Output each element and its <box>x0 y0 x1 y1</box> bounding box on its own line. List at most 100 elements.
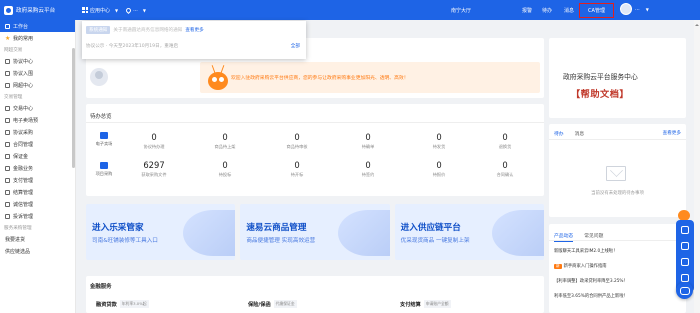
todo-cell[interactable]: 0 商品待上架 <box>195 132 255 150</box>
todo-cell[interactable]: 0 待开标 <box>267 160 327 178</box>
ca-management-button[interactable]: CA管理 <box>579 3 614 18</box>
todo-cell[interactable]: 0 待发货 <box>409 132 469 150</box>
logo-icon <box>4 5 13 15</box>
todo-label: 待开标 <box>290 172 304 177</box>
todo-label: 待发货 <box>432 144 446 149</box>
sidebar-item[interactable]: 我要进货 <box>0 233 75 245</box>
todo-cell[interactable]: 0 待确单 <box>338 132 398 150</box>
todo-cell[interactable]: 0 待报价 <box>409 160 469 178</box>
notice-dropdown: 系统通知 关于南通圆达商务信息网络的通知 查看更多 协议公示 · 今天至2023… <box>82 21 306 59</box>
gear-icon <box>5 105 10 111</box>
sidebar-item[interactable]: 合同管理 <box>0 138 75 150</box>
chat-bubble-button[interactable] <box>676 282 693 299</box>
news-item[interactable]: 新新手商家入门操作指南 <box>554 263 607 269</box>
sidebar-item[interactable]: 交易中心 <box>0 102 75 114</box>
nav-alarm[interactable]: 报警 <box>522 7 532 14</box>
sidebar-item[interactable]: 供应链选品 <box>0 245 75 257</box>
finance-item[interactable]: 融资贷款 年利率3.0%起 <box>96 300 149 308</box>
nav-todo[interactable]: 待办 <box>542 7 552 14</box>
badge-icon <box>5 201 10 207</box>
shield-icon <box>5 153 10 159</box>
todo-messages-panel: 待办 消息 查看更多 当前没有未处理的待办事项 <box>549 124 686 217</box>
sidebar-item[interactable]: 电子卖场预 <box>0 114 75 126</box>
todo-cell[interactable]: 0 协议待办理 <box>124 132 184 150</box>
app-center-menu[interactable]: 应用中心 ▼ <box>82 7 118 14</box>
sidebar-item[interactable]: 支付管理 <box>0 174 75 186</box>
todo-cell[interactable]: 0 商品待审核 <box>267 132 327 150</box>
todo-cell[interactable]: 0 待投标 <box>195 160 255 178</box>
todo-value: 0 <box>502 132 508 142</box>
coin-icon <box>5 165 10 171</box>
phone-icon[interactable] <box>681 242 689 250</box>
sidebar-item-label: 网超中心 <box>13 82 34 89</box>
finance-tag: 申请账户全额 <box>423 300 451 308</box>
app-title: 政府采购云平台 <box>16 8 56 14</box>
todo-value: 0 <box>502 160 508 170</box>
section-title: 待办总览 <box>90 114 112 120</box>
page-scrollbar[interactable] <box>694 20 700 313</box>
notice-all-link[interactable]: 全部 <box>291 43 300 49</box>
notice-link[interactable]: 查看更多 <box>185 27 203 33</box>
logo[interactable]: 政府采购云平台 <box>0 5 76 15</box>
sidebar-item[interactable]: 金融业务 <box>0 162 75 174</box>
help-center-banner[interactable]: 政府采购云平台服务中心 【帮助文档】 <box>549 38 686 118</box>
sidebar-item[interactable]: 保证金 <box>0 150 75 162</box>
sidebar-item[interactable]: 网超中心 <box>0 79 75 91</box>
view-more-link[interactable]: 查看更多 <box>663 130 681 136</box>
todo-label: 商品待上架 <box>214 144 236 149</box>
empty-message: 当前没有未处理的待办事项 <box>591 191 644 196</box>
sidebar-section-title: 网超交易 <box>4 47 23 53</box>
banner-lecai[interactable]: 进入乐采管家 司南&旺铺装修等工具入口 <box>86 204 236 260</box>
headset-icon[interactable] <box>681 226 689 234</box>
banner-title: 速易云商品管理 <box>246 223 307 233</box>
sidebar-scrollbar[interactable] <box>72 48 75 168</box>
location-pin-icon <box>125 6 133 14</box>
todo-label: 商品待审核 <box>286 144 308 149</box>
sidebar-item[interactable]: 投诉管理 <box>0 210 75 222</box>
project-icon <box>100 162 108 169</box>
news-item[interactable]: 利率低至3.65%的合同供产品上新啦！ <box>554 293 628 299</box>
ledger-icon <box>5 189 10 195</box>
avatar[interactable] <box>90 68 108 86</box>
sidebar-item-label: 结算管理 <box>13 189 34 196</box>
nav-hall[interactable]: 南宁大厅 <box>451 7 471 14</box>
banner-subtitle: 商品便捷管理 实现高效运营 <box>246 238 316 244</box>
todo-cell[interactable]: 6297 获取采购文件 <box>124 160 184 178</box>
todo-cell[interactable]: 0 退换货 <box>475 132 535 150</box>
finance-item[interactable]: 支付结算 申请账户全额 <box>400 300 451 308</box>
back-to-top-icon[interactable] <box>681 274 689 282</box>
todo-cell[interactable]: 0 待签约 <box>338 160 398 178</box>
notice-badge: 系统通知 <box>86 26 111 34</box>
user-menu[interactable]: ... ▼ <box>620 3 649 15</box>
new-badge: 新 <box>554 263 562 269</box>
help-title: 政府采购云平台服务中心 <box>563 73 638 81</box>
banner-subtitle: 司南&旺铺装修等工具入口 <box>92 238 158 244</box>
sidebar-item[interactable]: 诚信管理 <box>0 198 75 210</box>
sidebar-item[interactable]: 协议入围 <box>0 67 75 79</box>
news-text: 新手商家入门操作指南 <box>563 264 607 269</box>
notice-text: 关于南通圆达商务信息网络的通知 <box>113 28 183 33</box>
todo-cell[interactable]: 0 合同确认 <box>475 160 535 178</box>
news-item[interactable]: 新版聊天工具采云IM2.0上线啦！ <box>554 248 617 254</box>
sidebar-item-label: 工作台 <box>13 23 29 30</box>
help-subtitle: 【帮助文档】 <box>571 89 630 100</box>
banner-goods[interactable]: 速易云商品管理商品便捷管理 实现高效运营 <box>240 204 390 260</box>
sidebar-item[interactable]: 结算管理 <box>0 186 75 198</box>
location-selector[interactable]: ... ▼ <box>125 6 146 14</box>
sidebar-item[interactable]: 协议采购 <box>0 126 75 138</box>
row-label-project: 项目采购 <box>92 162 116 177</box>
welcome-banner: 欢迎入驻政府采购云平台供应商，您的参与让政府采购事业更加阳光、透明、高效！ <box>200 62 540 93</box>
sidebar-section-title: 服务采购管理 <box>4 225 32 231</box>
finance-tag: 代缴保证金 <box>273 300 297 308</box>
banner-supply[interactable]: 进入供应链平台 优采现货商品 一键复制上架 <box>394 204 544 260</box>
qrcode-icon[interactable] <box>681 258 689 266</box>
row-label-text: 电子卖场 <box>95 141 113 146</box>
mascot-icon <box>200 63 230 93</box>
sidebar-item-workbench[interactable]: 工作台 <box>0 20 75 32</box>
nav-messages[interactable]: 消息 <box>564 7 574 14</box>
sidebar-item[interactable]: 协议中心 <box>0 55 75 67</box>
sidebar-item-favorites[interactable]: ★ 我的常用 <box>0 32 75 44</box>
news-item[interactable]: 【利率调整】政采贷利率降至3.25%！ <box>554 278 628 284</box>
notice-row[interactable]: 系统通知 关于南通圆达商务信息网络的通知 查看更多 <box>86 26 204 34</box>
finance-item[interactable]: 保险/保函 代缴保证金 <box>248 300 297 308</box>
